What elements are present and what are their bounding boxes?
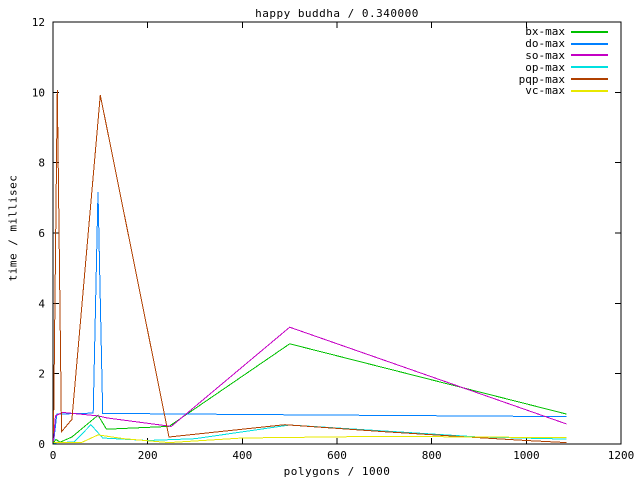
legend-label: bx-max bbox=[525, 26, 565, 37]
legend-line-sample bbox=[571, 54, 608, 56]
legend-item-op-max: op-max bbox=[420, 61, 608, 73]
x-tick-label: 200 bbox=[138, 449, 158, 462]
x-tick-label: 1000 bbox=[513, 449, 540, 462]
series-line-so-max bbox=[54, 327, 567, 441]
legend-line-sample bbox=[571, 31, 608, 33]
legend-line-sample bbox=[571, 90, 608, 92]
y-tick-label: 10 bbox=[32, 86, 45, 99]
legend-label: pqp-max bbox=[519, 74, 565, 85]
legend-item-vc-max: vc-max bbox=[420, 85, 608, 97]
legend-item-bx-max: bx-max bbox=[420, 26, 608, 38]
chart-figure: happy buddha / 0.340000 time / millisec … bbox=[0, 0, 640, 480]
legend-item-pqp-max: pqp-max bbox=[420, 73, 608, 85]
legend-line-sample bbox=[571, 66, 608, 68]
series-line-do-max bbox=[54, 192, 567, 440]
y-tick-label: 0 bbox=[38, 438, 45, 451]
series-line-bx-max bbox=[54, 344, 567, 443]
legend: bx-maxdo-maxso-maxop-maxpqp-maxvc-max bbox=[420, 26, 608, 97]
y-tick-label: 8 bbox=[38, 157, 45, 170]
legend-label: so-max bbox=[525, 50, 565, 61]
legend-label: vc-max bbox=[525, 85, 565, 96]
y-tick-label: 12 bbox=[32, 16, 45, 29]
x-tick-label: 400 bbox=[232, 449, 252, 462]
legend-item-do-max: do-max bbox=[420, 38, 608, 50]
y-tick-label: 4 bbox=[38, 297, 45, 310]
legend-item-so-max: so-max bbox=[420, 50, 608, 62]
series-line-op-max bbox=[54, 425, 567, 443]
legend-line-sample bbox=[571, 43, 608, 45]
x-tick-label: 1200 bbox=[608, 449, 635, 462]
x-tick-label: 0 bbox=[50, 449, 57, 462]
legend-label: op-max bbox=[525, 62, 565, 73]
y-tick-label: 2 bbox=[38, 368, 45, 381]
y-tick-label: 6 bbox=[38, 227, 45, 240]
legend-line-sample bbox=[571, 78, 608, 80]
x-tick-label: 800 bbox=[422, 449, 442, 462]
legend-label: do-max bbox=[525, 38, 565, 49]
series-line-pqp-max bbox=[54, 90, 567, 443]
x-tick-label: 600 bbox=[327, 449, 347, 462]
